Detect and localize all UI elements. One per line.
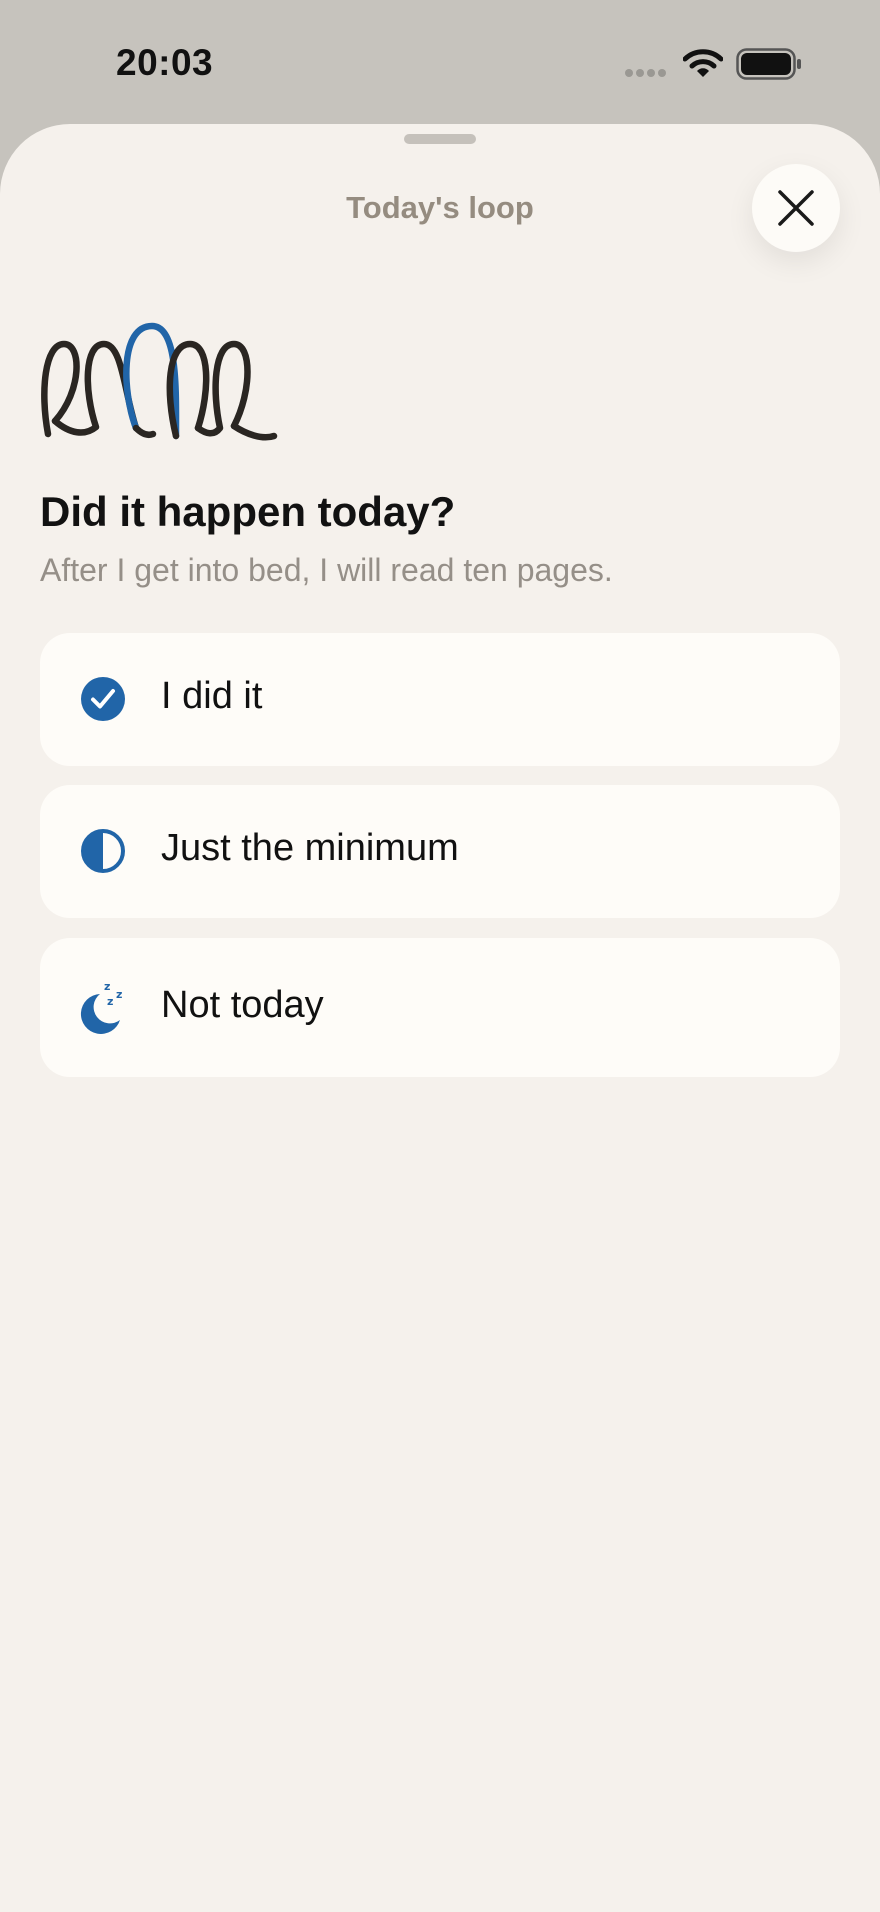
option-label: Just the minimum — [161, 827, 459, 869]
status-bar: 20:03 — [0, 0, 880, 124]
status-time: 20:03 — [116, 42, 214, 83]
option-minimum-button[interactable]: Just the minimum — [40, 785, 840, 918]
battery-icon — [736, 48, 801, 80]
svg-text:z: z — [104, 980, 110, 993]
sheet-grabber[interactable] — [404, 134, 476, 144]
cellular-signal-icon — [625, 69, 666, 77]
close-icon — [778, 190, 814, 226]
svg-text:z: z — [107, 995, 113, 1008]
habit-description: After I get into bed, I will read ten pa… — [40, 552, 613, 588]
option-label: Not today — [161, 984, 324, 1026]
close-button[interactable] — [752, 164, 840, 252]
moon-zzz-icon: z z z — [80, 980, 122, 1034]
svg-text:z: z — [116, 988, 122, 1001]
half-circle-icon — [81, 829, 125, 873]
option-did-it-button[interactable]: I did it — [40, 633, 840, 766]
option-label: I did it — [161, 675, 263, 717]
check-in-question: Did it happen today? — [40, 488, 456, 535]
habit-check-in-sheet: Today's loop Did it happen today? After … — [0, 124, 880, 1912]
checkmark-circle-icon — [81, 677, 125, 721]
option-not-today-button[interactable]: z z z Not today — [40, 938, 840, 1077]
wifi-icon — [683, 49, 723, 77]
loop-illustration — [41, 322, 278, 441]
sheet-title: Today's loop — [346, 190, 534, 225]
